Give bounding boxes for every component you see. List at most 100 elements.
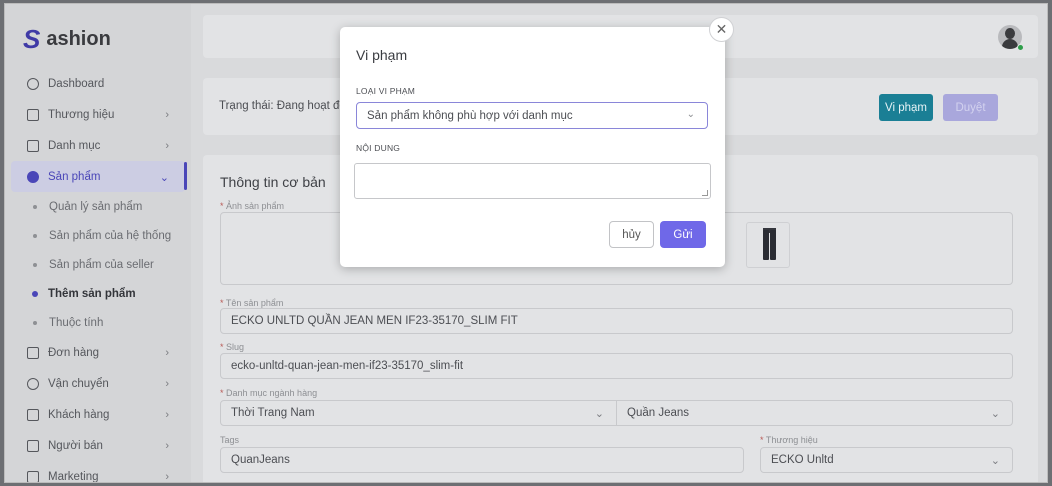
resize-grip-icon[interactable] xyxy=(702,190,708,196)
chevron-right-icon: › xyxy=(165,109,169,121)
avatar-head xyxy=(1005,28,1015,39)
sidebar-subitem-add-product[interactable]: Thêm sản phẩm xyxy=(5,279,191,308)
violation-type-select[interactable]: Sản phẩm không phù hợp với danh mục ⌄ xyxy=(356,102,708,129)
sidebar-item-customers[interactable]: Khách hàng › xyxy=(5,399,191,430)
violation-button[interactable]: Vi phạm xyxy=(879,94,933,121)
modal-title: Vi phạm xyxy=(356,47,408,63)
sidebar-item-label: Dashboard xyxy=(48,77,105,90)
chevron-down-icon: ⌄ xyxy=(990,455,1000,467)
folder-icon xyxy=(27,139,39,152)
sidebar-item-label: Khách hàng xyxy=(48,408,110,421)
image-label-text: Ảnh sản phẩm xyxy=(226,201,285,211)
logo-mark: S xyxy=(23,24,41,54)
avatar-body xyxy=(1002,39,1018,49)
jeans-leg-right xyxy=(770,230,776,260)
name-label: * Tên sản phẩm xyxy=(220,298,283,308)
violation-type-value: Sản phẩm không phù hợp với danh mục xyxy=(367,109,573,122)
chevron-right-icon: › xyxy=(165,140,169,152)
sidebar-item-categories[interactable]: Danh mục › xyxy=(5,130,191,161)
content-label: NỘI DUNG xyxy=(356,143,401,153)
tags-value: QuanJeans xyxy=(231,454,290,466)
sidebar-menu: Dashboard Thương hiệu › Danh mục › Sản p… xyxy=(5,68,191,483)
home-icon xyxy=(27,77,39,90)
bullet-icon xyxy=(33,262,37,267)
sidebar-subitem-seller-products[interactable]: Sản phẩm của seller xyxy=(5,250,191,279)
section-title: Thông tin cơ bản xyxy=(220,174,326,190)
slug-label-text: Slug xyxy=(226,342,245,352)
tags-label: Tags xyxy=(220,435,240,445)
marketing-icon xyxy=(27,470,39,482)
product-icon xyxy=(27,170,39,183)
product-thumbnail[interactable] xyxy=(746,222,790,268)
brand-label: * Thương hiệu xyxy=(760,435,818,445)
category-label-text: Danh mục ngành hàng xyxy=(226,388,318,398)
chevron-right-icon: › xyxy=(165,409,169,421)
category-value: Thời Trang Nam xyxy=(231,407,315,419)
sidebar-item-sellers[interactable]: Người bán › xyxy=(5,430,191,461)
sidebar-item-label: Vận chuyển xyxy=(48,377,109,390)
sidebar-subitem-label: Thuộc tính xyxy=(49,316,104,329)
sidebar-subitem-manage-products[interactable]: Quản lý sản phẩm xyxy=(5,192,191,221)
brand-select[interactable]: ECKO Unltd ⌄ xyxy=(760,447,1013,473)
logo-text: ashion xyxy=(46,27,111,50)
chevron-down-icon: ⌄ xyxy=(686,109,695,120)
sidebar-item-label: Sản phẩm xyxy=(48,170,101,183)
sidebar-item-brands[interactable]: Thương hiệu › xyxy=(5,99,191,130)
chevron-right-icon: › xyxy=(165,471,169,483)
brand-label-text: Thương hiệu xyxy=(765,435,818,445)
sidebar-item-dashboard[interactable]: Dashboard xyxy=(5,68,191,99)
active-indicator xyxy=(184,162,187,190)
tags-input[interactable]: QuanJeans xyxy=(220,447,744,473)
bullet-icon xyxy=(33,320,37,325)
category-label: * Danh mục ngành hàng xyxy=(220,388,317,398)
sidebar-item-products[interactable]: Sản phẩm ⌄ xyxy=(11,161,185,192)
approve-button[interactable]: Duyệt xyxy=(943,94,998,121)
chevron-down-icon: ⌄ xyxy=(159,172,169,184)
sidebar: S ashion Dashboard Thương hiệu › Danh mụ… xyxy=(5,4,191,482)
jeans-leg-left xyxy=(763,230,769,260)
sidebar-item-orders[interactable]: Đơn hàng › xyxy=(5,337,191,368)
customers-icon xyxy=(27,408,39,421)
product-name-input[interactable]: ECKO UNLTD QUẦN JEAN MEN IF23-35170_SLIM… xyxy=(220,308,1013,334)
shipping-icon xyxy=(27,377,39,390)
sidebar-subitem-label: Sản phẩm của hệ thống xyxy=(49,229,172,242)
logo[interactable]: S ashion xyxy=(23,26,111,52)
violation-modal: ✕ Vi phạm LOẠI VI PHẠM Sản phẩm không ph… xyxy=(340,17,734,267)
chevron-down-icon: ⌄ xyxy=(990,408,1000,420)
cancel-button[interactable]: hủy xyxy=(609,221,654,248)
sellers-icon xyxy=(27,439,39,452)
content-textarea[interactable] xyxy=(354,163,711,199)
chevron-right-icon: › xyxy=(165,440,169,452)
chevron-down-icon: ⌄ xyxy=(594,408,604,420)
violation-type-label: LOẠI VI PHẠM xyxy=(356,86,416,96)
sidebar-item-shipping[interactable]: Vận chuyển › xyxy=(5,368,191,399)
chevron-right-icon: › xyxy=(165,378,169,390)
sidebar-item-label: Đơn hàng xyxy=(48,346,100,359)
sidebar-subitem-label: Quản lý sản phẩm xyxy=(49,200,143,213)
subcategory-select[interactable]: Quần Jeans ⌄ xyxy=(616,400,1013,426)
subcategory-value: Quần Jeans xyxy=(627,407,690,419)
slug-input[interactable]: ecko-unltd-quan-jean-men-if23-35170_slim… xyxy=(220,353,1013,379)
sidebar-subitem-label: Thêm sản phẩm xyxy=(48,287,136,300)
send-button[interactable]: Gửi xyxy=(660,221,706,248)
table-icon xyxy=(27,108,39,121)
name-label-text: Tên sản phẩm xyxy=(225,298,284,308)
product-name-value: ECKO UNLTD QUẦN JEAN MEN IF23-35170_SLIM… xyxy=(231,315,518,327)
online-status-icon xyxy=(1017,44,1024,51)
sidebar-subitem-system-products[interactable]: Sản phẩm của hệ thống xyxy=(5,221,191,250)
close-icon[interactable]: ✕ xyxy=(709,17,734,42)
sidebar-item-label: Người bán xyxy=(48,439,103,452)
status-text: Trạng thái: Đang hoạt động xyxy=(219,100,359,112)
brand-value: ECKO Unltd xyxy=(771,454,834,466)
sidebar-item-label: Danh mục xyxy=(48,139,101,152)
orders-icon xyxy=(27,346,39,359)
slug-value: ecko-unltd-quan-jean-men-if23-35170_slim… xyxy=(231,360,464,372)
chevron-right-icon: › xyxy=(165,347,169,359)
bullet-icon xyxy=(33,233,37,238)
sidebar-subitem-label: Sản phẩm của seller xyxy=(49,258,154,271)
bullet-icon xyxy=(32,290,38,297)
bullet-icon xyxy=(33,204,37,209)
sidebar-subitem-attributes[interactable]: Thuộc tính xyxy=(5,308,191,337)
category-select[interactable]: Thời Trang Nam ⌄ xyxy=(220,400,617,426)
sidebar-item-marketing[interactable]: Marketing › xyxy=(5,461,191,483)
